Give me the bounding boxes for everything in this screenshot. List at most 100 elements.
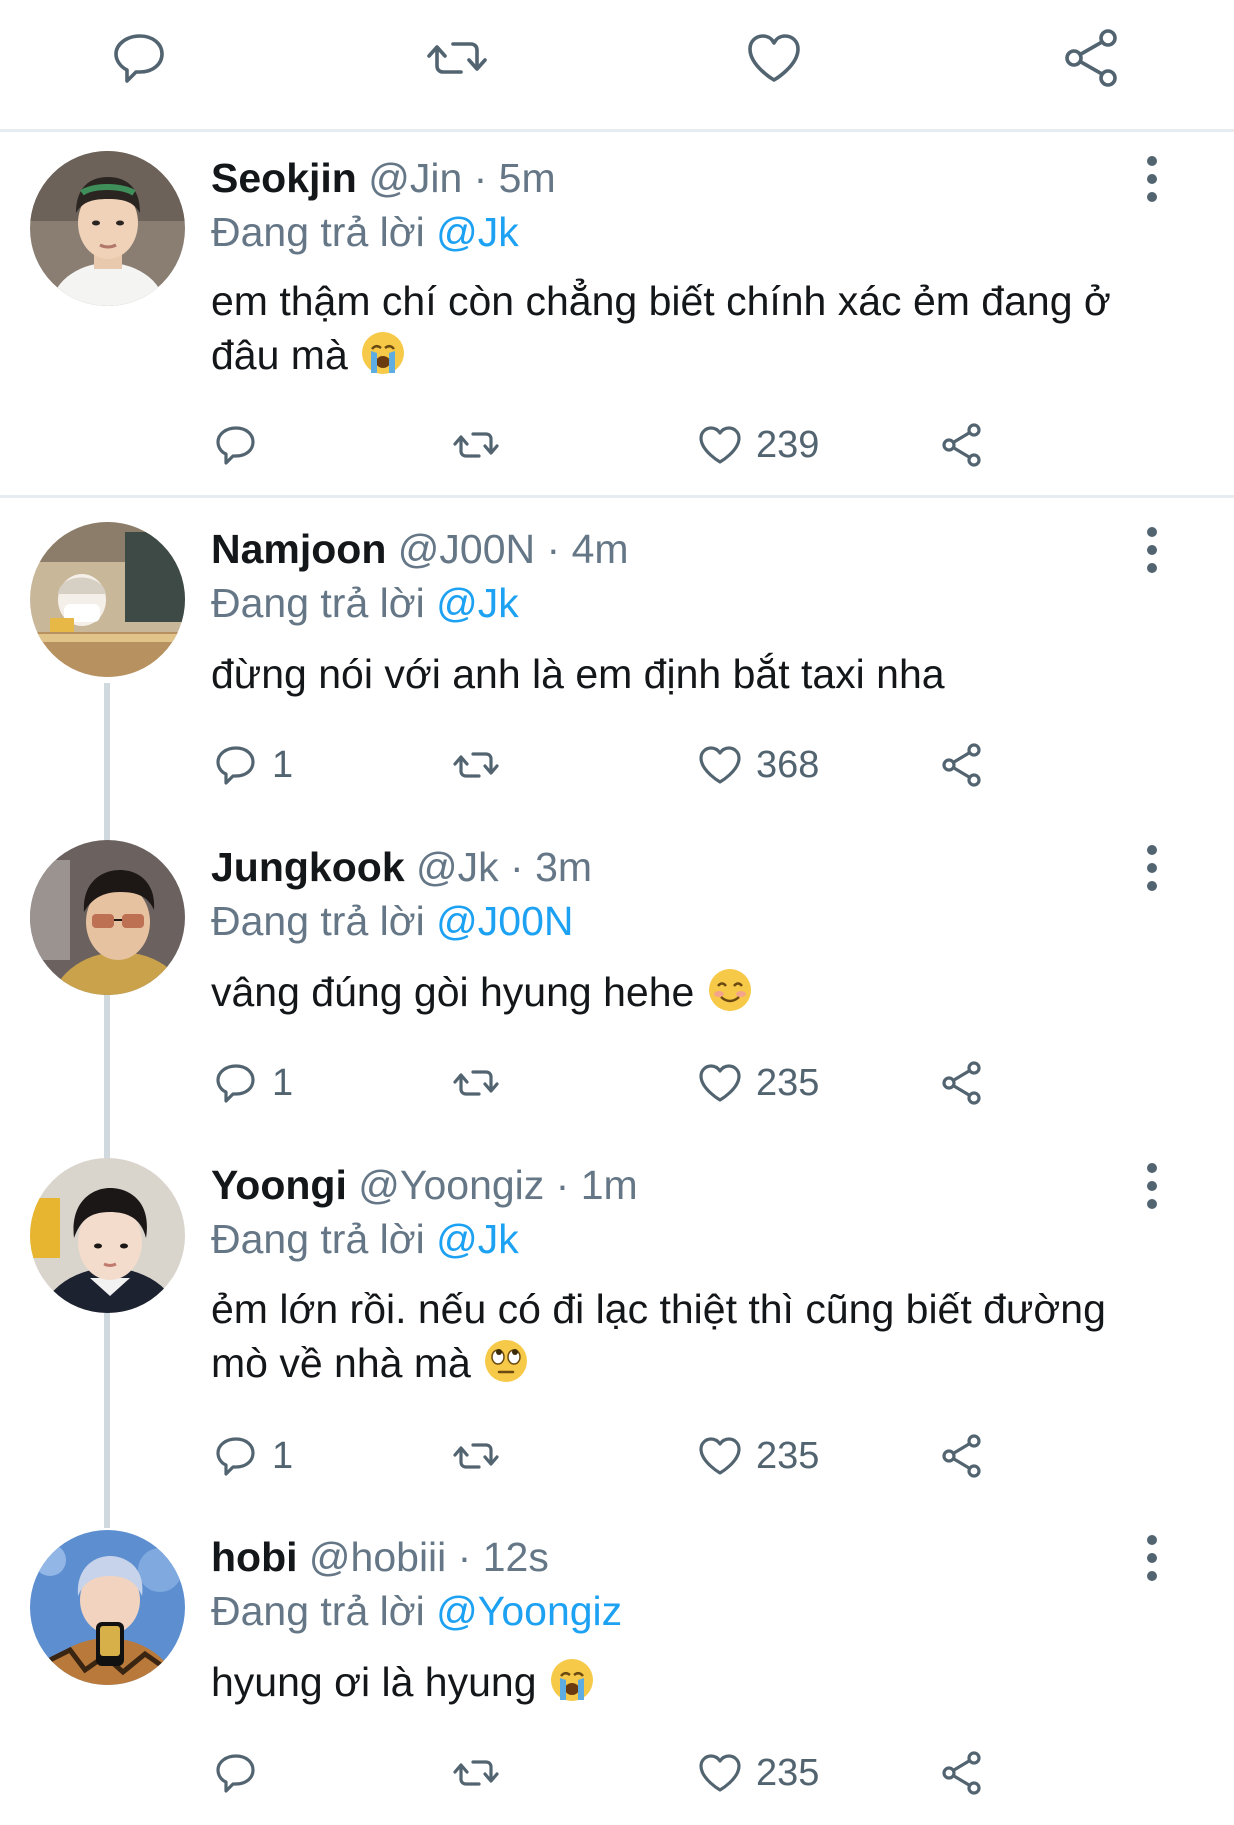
retweet-icon: [453, 1760, 499, 1786]
retweet-button[interactable]: [452, 1426, 500, 1486]
reply-mention-link[interactable]: @Jk: [436, 209, 519, 255]
tweet-header: Yoongi @Yoongiz · 1m: [211, 1158, 638, 1212]
like-count: 368: [756, 743, 820, 786]
share-icon: [942, 1434, 981, 1478]
tweet-text-content: ẻm lớn rồi. nếu có đi lạc thiệt thì cũng…: [211, 1286, 1106, 1386]
avatar[interactable]: [30, 522, 185, 677]
reply-icon: [216, 1754, 255, 1793]
reply-mention-link[interactable]: @Jk: [436, 580, 519, 626]
heart-icon: [699, 1437, 741, 1475]
tweet-hobi[interactable]: hobi @hobiii · 12s Đang trả lời @Yoongiz…: [0, 1508, 1234, 1825]
display-name[interactable]: Jungkook: [211, 844, 405, 890]
replying-to: Đang trả lời @Jk: [211, 1212, 519, 1266]
tweet-text: hyung ơi là hyung: [211, 1655, 1111, 1709]
replying-to-label: Đang trả lời: [211, 898, 437, 944]
display-name[interactable]: Seokjin: [211, 155, 357, 201]
smiling-face-with-smiling-eyes-icon: [708, 969, 751, 1011]
retweet-icon: [453, 1443, 499, 1469]
share-button[interactable]: [938, 1426, 986, 1486]
like-button[interactable]: 235: [696, 1426, 819, 1486]
share-button[interactable]: [938, 1743, 986, 1803]
tweet-seokjin[interactable]: Seokjin @Jin · 5m Đang trả lời @Jk em th…: [0, 135, 1234, 495]
share-icon: [942, 1751, 981, 1795]
reply-button[interactable]: 1: [212, 1053, 293, 1113]
replying-to-label: Đang trả lời: [211, 580, 437, 626]
avatar[interactable]: [30, 1158, 185, 1313]
tweet-text-content: đừng nói với anh là em định bắt taxi nha: [211, 651, 945, 697]
reply-icon[interactable]: [108, 26, 172, 90]
tweet-actions: 235: [0, 1743, 1234, 1803]
reply-count: 1: [272, 1434, 294, 1477]
heart-icon: [699, 426, 741, 464]
display-name[interactable]: hobi: [211, 1534, 298, 1580]
tweet-text: vâng đúng gòi hyung hehe: [211, 965, 1111, 1019]
tweet-header: hobi @hobiii · 12s: [211, 1530, 549, 1584]
avatar[interactable]: [30, 840, 185, 995]
reply-count: 1: [272, 1061, 294, 1104]
share-button[interactable]: [938, 1053, 986, 1113]
tweet-actions: 1 235: [0, 1426, 1234, 1486]
share-icon: [942, 423, 981, 467]
tweet-header: Jungkook @Jk · 3m: [211, 840, 592, 894]
replying-to: Đang trả lời @J00N: [211, 894, 573, 948]
reply-mention-link[interactable]: @J00N: [436, 898, 573, 944]
heart-icon: [699, 1754, 741, 1792]
retweet-button[interactable]: [452, 1053, 500, 1113]
more-vertical-icon[interactable]: [1142, 1161, 1162, 1211]
retweet-icon[interactable]: [425, 26, 489, 90]
retweet-button[interactable]: [452, 415, 500, 475]
share-icon[interactable]: [1060, 26, 1124, 90]
share-button[interactable]: [938, 415, 986, 475]
main-tweet-action-bar: [0, 0, 1234, 132]
retweet-icon: [453, 1070, 499, 1096]
reply-button[interactable]: 1: [212, 735, 293, 795]
reply-icon: [216, 746, 255, 785]
reply-mention-link[interactable]: @Jk: [436, 1216, 519, 1262]
tweet-thread-page: Seokjin @Jin · 5m Đang trả lời @Jk em th…: [0, 0, 1234, 1825]
handle-time: @Jin · 5m: [356, 155, 556, 201]
reply-button[interactable]: 1: [212, 1426, 293, 1486]
more-vertical-icon[interactable]: [1142, 843, 1162, 893]
tweet-yoongi[interactable]: Yoongi @Yoongiz · 1m Đang trả lời @Jk ẻm…: [0, 1136, 1234, 1508]
share-button[interactable]: [938, 735, 986, 795]
like-button[interactable]: 235: [696, 1743, 819, 1803]
tweet-actions: 1 368: [0, 735, 1234, 795]
replying-to: Đang trả lời @Jk: [211, 576, 519, 630]
heart-icon: [699, 1064, 741, 1102]
avatar[interactable]: [30, 151, 185, 306]
tweet-text-content: vâng đúng gòi hyung hehe: [211, 969, 695, 1015]
like-button[interactable]: 368: [696, 735, 819, 795]
loudly-crying-face-icon: [550, 1659, 593, 1701]
heart-icon: [699, 746, 741, 784]
tweet-namjoon[interactable]: Namjoon @J00N · 4m Đang trả lời @Jk đừng…: [0, 500, 1234, 818]
more-vertical-icon[interactable]: [1142, 154, 1162, 204]
like-button[interactable]: 235: [696, 1053, 819, 1113]
face-with-rolling-eyes-icon: [485, 1340, 528, 1382]
divider: [0, 495, 1234, 498]
reply-button[interactable]: [212, 415, 272, 475]
like-count: 235: [756, 1061, 820, 1104]
tweet-actions: 239: [0, 415, 1234, 475]
more-vertical-icon[interactable]: [1142, 1533, 1162, 1583]
replying-to: Đang trả lời @Jk: [211, 205, 519, 259]
retweet-button[interactable]: [452, 735, 500, 795]
avatar[interactable]: [30, 1530, 185, 1685]
like-count: 239: [756, 423, 820, 466]
reply-count: 1: [272, 743, 294, 786]
reply-icon: [216, 1437, 255, 1476]
tweet-actions: 1 235: [0, 1053, 1234, 1113]
tweet-text-content: em thậm chí còn chẳng biết chính xác ẻm …: [211, 278, 1111, 378]
more-vertical-icon[interactable]: [1142, 525, 1162, 575]
like-count: 235: [756, 1434, 820, 1477]
like-button[interactable]: 239: [696, 415, 819, 475]
retweet-button[interactable]: [452, 1743, 500, 1803]
tweet-jungkook[interactable]: Jungkook @Jk · 3m Đang trả lời @J00N vân…: [0, 818, 1234, 1136]
tweet-header: Seokjin @Jin · 5m: [211, 151, 556, 205]
reply-mention-link[interactable]: @Yoongiz: [436, 1588, 622, 1634]
heart-icon[interactable]: [742, 26, 806, 90]
display-name[interactable]: Namjoon: [211, 526, 386, 572]
reply-icon: [216, 1064, 255, 1103]
like-count: 235: [756, 1751, 820, 1794]
display-name[interactable]: Yoongi: [211, 1162, 347, 1208]
reply-button[interactable]: [212, 1743, 272, 1803]
